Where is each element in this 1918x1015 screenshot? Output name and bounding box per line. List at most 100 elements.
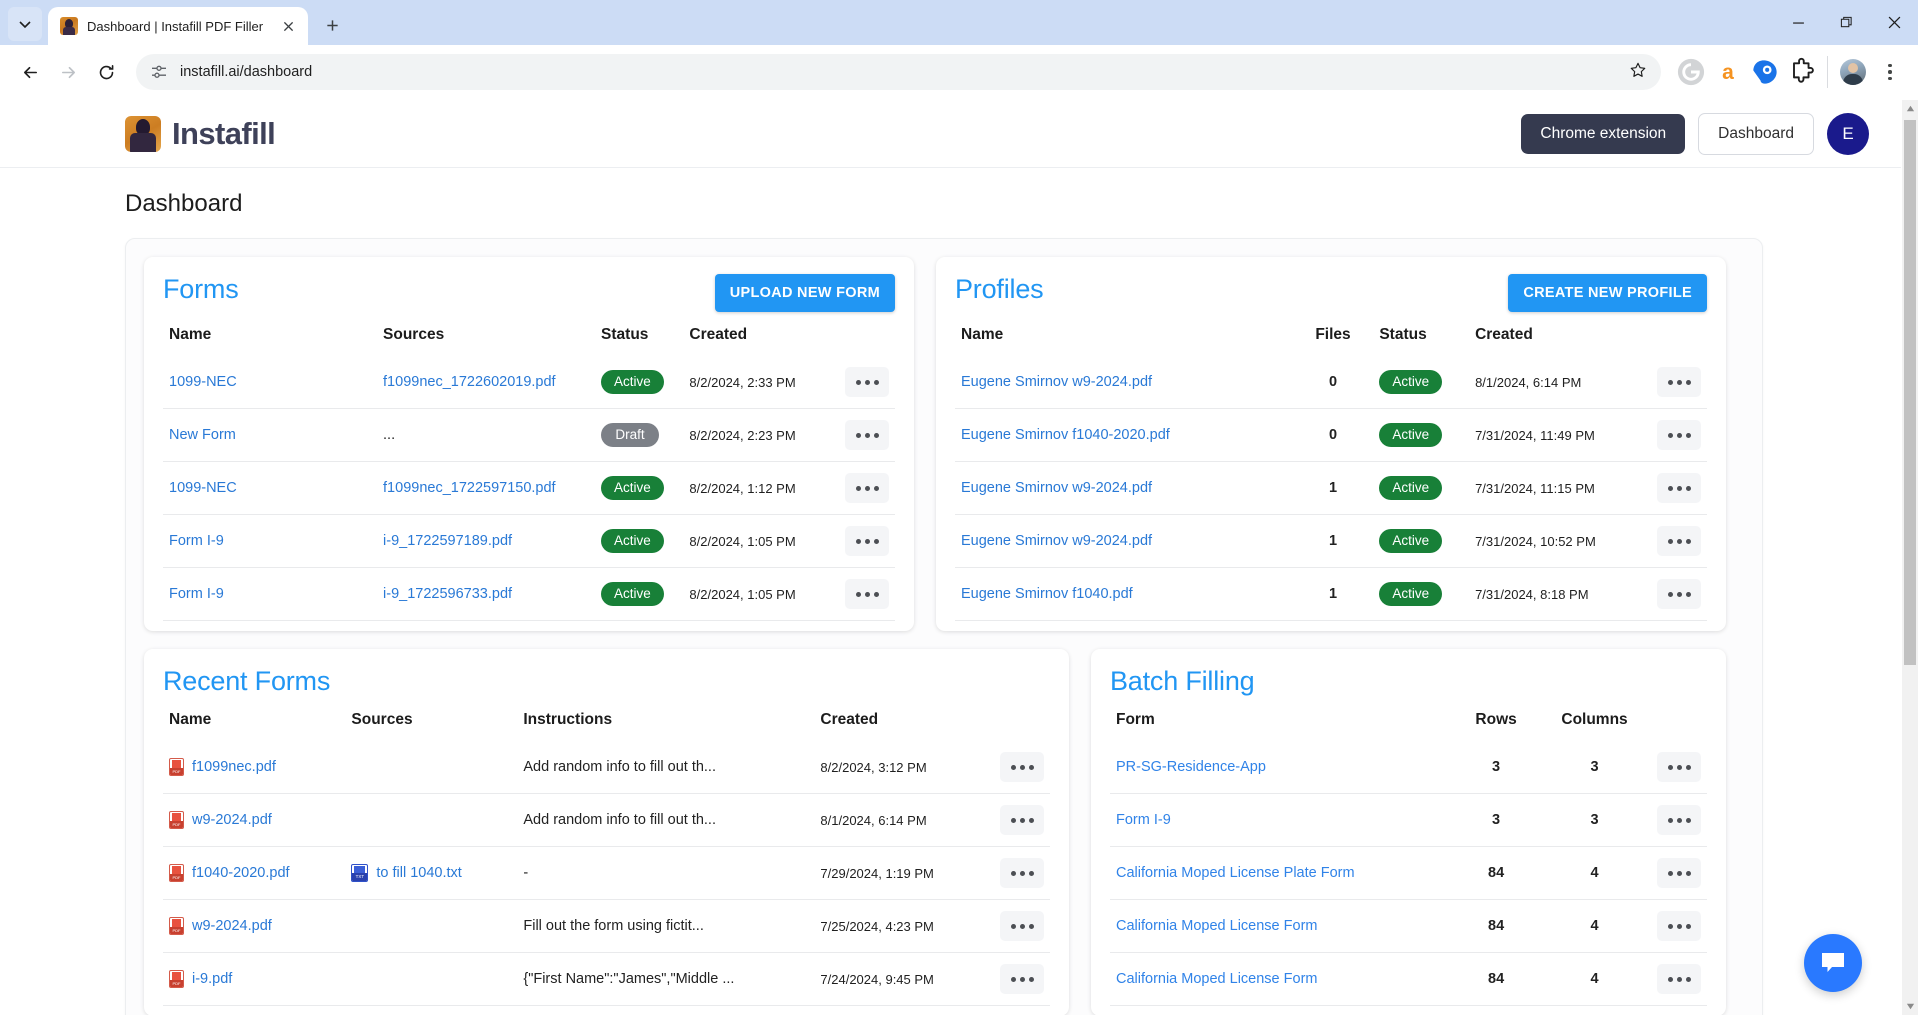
browser-tab[interactable]: Dashboard | Instafill PDF Filler xyxy=(48,7,308,45)
form-source-link[interactable]: i-9_1722597189.pdf xyxy=(383,533,512,549)
row-actions-menu-icon[interactable] xyxy=(1657,526,1701,556)
table-row[interactable]: i-9.pdf {"First Name":"James","Middle ..… xyxy=(163,952,1050,1006)
upload-new-form-button[interactable]: UPLOAD NEW FORM xyxy=(714,274,895,312)
back-arrow-icon[interactable] xyxy=(12,54,48,90)
row-actions-menu-icon[interactable] xyxy=(1000,964,1044,994)
form-name-link[interactable]: Form I-9 xyxy=(169,533,224,549)
table-row[interactable]: New Form ... Draft 8/2/2024, 2:23 PM xyxy=(163,408,895,462)
profile-name-link[interactable]: Eugene Smirnov w9-2024.pdf xyxy=(961,480,1152,496)
files-count: 0 xyxy=(1328,374,1338,390)
dashboard-button[interactable]: Dashboard xyxy=(1698,112,1814,155)
table-row[interactable]: Form I-9 i-9_1722597189.pdf Active 8/2/2… xyxy=(163,514,895,568)
batch-form-link[interactable]: California Moped License Plate Form xyxy=(1116,865,1355,881)
form-name-link[interactable]: New Form xyxy=(169,427,236,443)
row-actions-menu-icon[interactable] xyxy=(1657,805,1701,835)
form-name-link[interactable]: 1099-NEC xyxy=(169,374,237,390)
form-source-link[interactable]: f1099nec_1722597150.pdf xyxy=(383,480,556,496)
table-row[interactable]: Eugene Smirnov w9-2024.pdf 1 Active 7/31… xyxy=(955,461,1707,515)
row-actions-menu-icon[interactable] xyxy=(1657,420,1701,450)
row-actions-menu-icon[interactable] xyxy=(1657,367,1701,397)
instafill-extension-icon[interactable] xyxy=(1749,56,1781,88)
profile-name-link[interactable]: Eugene Smirnov w9-2024.pdf xyxy=(961,533,1152,549)
chrome-menu-icon[interactable] xyxy=(1874,56,1906,88)
form-source-link[interactable]: i-9_1722596733.pdf xyxy=(383,586,512,602)
row-actions-menu-icon[interactable] xyxy=(1657,473,1701,503)
grammarly-extension-icon[interactable] xyxy=(1675,56,1707,88)
recent-form-source xyxy=(345,741,517,794)
recent-form-name-link[interactable]: f1099nec.pdf xyxy=(192,759,276,775)
row-actions-menu-icon[interactable] xyxy=(1000,858,1044,888)
scroll-up-arrow-icon[interactable] xyxy=(1902,100,1918,117)
create-new-profile-button[interactable]: CREATE NEW PROFILE xyxy=(1508,274,1707,312)
row-actions-menu-icon[interactable] xyxy=(845,526,889,556)
row-actions-menu-icon[interactable] xyxy=(1657,752,1701,782)
table-row[interactable]: Eugene Smirnov w9-2024.pdf 1 Active 7/31… xyxy=(955,514,1707,568)
row-actions-menu-icon[interactable] xyxy=(1657,579,1701,609)
row-actions-menu-icon[interactable] xyxy=(845,367,889,397)
chrome-profile-avatar[interactable] xyxy=(1837,56,1869,88)
page-scrollbar[interactable] xyxy=(1901,100,1918,1015)
form-name-link[interactable]: 1099-NEC xyxy=(169,480,237,496)
row-actions-menu-icon[interactable] xyxy=(845,473,889,503)
profile-name-link[interactable]: Eugene Smirnov w9-2024.pdf xyxy=(961,374,1152,390)
table-row[interactable]: California Moped License Form 84 4 xyxy=(1110,899,1707,953)
site-settings-icon[interactable] xyxy=(150,63,168,81)
form-source-link[interactable]: f1099nec_1722602019.pdf xyxy=(383,374,556,390)
table-row[interactable]: f1040-2020.pdf to fill 1040.txt - 7/29/2… xyxy=(163,846,1050,900)
extensions-puzzle-icon[interactable] xyxy=(1786,56,1818,88)
batch-form-link[interactable]: Form I-9 xyxy=(1116,812,1171,828)
row-actions-menu-icon[interactable] xyxy=(1657,964,1701,994)
tab-search-chevron-down-icon[interactable] xyxy=(8,7,42,41)
batch-form-link[interactable]: PR-SG-Residence-App xyxy=(1116,759,1266,775)
forward-arrow-icon[interactable] xyxy=(50,54,86,90)
maximize-icon[interactable] xyxy=(1822,0,1870,45)
status-badge: Active xyxy=(1379,582,1443,606)
table-row[interactable]: f1099nec.pdf Add random info to fill out… xyxy=(163,741,1050,794)
created-date: 7/31/2024, 11:49 PM xyxy=(1469,408,1651,462)
batch-form-link[interactable]: California Moped License Form xyxy=(1116,918,1317,934)
table-row[interactable]: Form I-9 3 3 xyxy=(1110,793,1707,847)
amazon-extension-icon[interactable]: a xyxy=(1712,56,1744,88)
row-actions-menu-icon[interactable] xyxy=(845,420,889,450)
table-row[interactable]: California Moped License Plate Form 84 4 xyxy=(1110,846,1707,900)
recent-form-name-link[interactable]: f1040-2020.pdf xyxy=(192,865,290,881)
row-actions-menu-icon[interactable] xyxy=(1000,911,1044,941)
star-icon[interactable] xyxy=(1629,61,1647,84)
table-row[interactable]: w9-2024.pdf Fill out the form using fict… xyxy=(163,899,1050,953)
batch-form-link[interactable]: California Moped License Form xyxy=(1116,971,1317,987)
user-avatar[interactable]: E xyxy=(1827,112,1869,155)
table-row[interactable]: Eugene Smirnov f1040.pdf 1 Active 7/31/2… xyxy=(955,567,1707,621)
address-bar[interactable]: instafill.ai/dashboard xyxy=(136,54,1661,90)
table-row[interactable]: California Moped License Form 84 4 xyxy=(1110,952,1707,1006)
recent-form-name-link[interactable]: i-9.pdf xyxy=(192,971,232,987)
window-close-icon[interactable] xyxy=(1870,0,1918,45)
brand[interactable]: Instafill xyxy=(125,115,276,152)
scrollbar-thumb[interactable] xyxy=(1904,120,1916,665)
row-actions-menu-icon[interactable] xyxy=(1000,805,1044,835)
table-row[interactable]: PR-SG-Residence-App 3 3 xyxy=(1110,741,1707,794)
col-instructions: Instructions xyxy=(523,711,613,728)
chrome-extension-button[interactable]: Chrome extension xyxy=(1521,113,1686,154)
row-actions-menu-icon[interactable] xyxy=(1000,752,1044,782)
recent-form-name-link[interactable]: w9-2024.pdf xyxy=(192,812,272,828)
table-row[interactable]: Eugene Smirnov w9-2024.pdf 0 Active 8/1/… xyxy=(955,356,1707,409)
profile-name-link[interactable]: Eugene Smirnov f1040.pdf xyxy=(961,586,1133,602)
recent-form-name-link[interactable]: w9-2024.pdf xyxy=(192,918,272,934)
table-row[interactable]: w9-2024.pdf Add random info to fill out … xyxy=(163,793,1050,847)
chat-bubble-icon[interactable] xyxy=(1804,934,1862,992)
row-actions-menu-icon[interactable] xyxy=(845,579,889,609)
scroll-down-arrow-icon[interactable] xyxy=(1902,998,1918,1015)
row-actions-menu-icon[interactable] xyxy=(1657,858,1701,888)
form-name-link[interactable]: Form I-9 xyxy=(169,586,224,602)
table-row[interactable]: 1099-NEC f1099nec_1722597150.pdf Active … xyxy=(163,461,895,515)
recent-form-source-link[interactable]: to fill 1040.txt xyxy=(376,865,461,881)
table-row[interactable]: Form I-9 i-9_1722596733.pdf Active 8/2/2… xyxy=(163,567,895,621)
row-actions-menu-icon[interactable] xyxy=(1657,911,1701,941)
table-row[interactable]: Eugene Smirnov f1040-2020.pdf 0 Active 7… xyxy=(955,408,1707,462)
table-row[interactable]: 1099-NEC f1099nec_1722602019.pdf Active … xyxy=(163,356,895,409)
new-tab-button[interactable] xyxy=(317,10,347,40)
profile-name-link[interactable]: Eugene Smirnov f1040-2020.pdf xyxy=(961,427,1170,443)
minimize-icon[interactable] xyxy=(1774,0,1822,45)
reload-icon[interactable] xyxy=(88,54,124,90)
close-icon[interactable] xyxy=(278,16,298,36)
